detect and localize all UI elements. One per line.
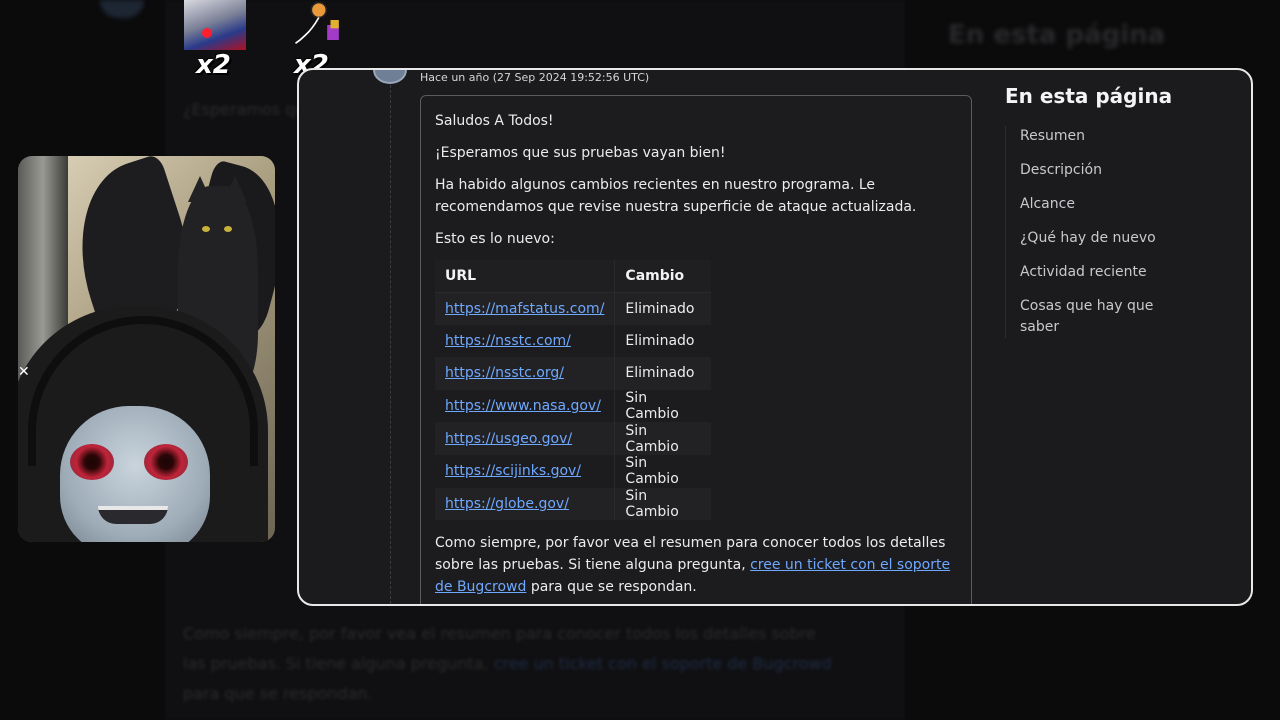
- emote-badge: x2: [184, 0, 246, 80]
- message-line: Ha habido algunos cambios recientes en n…: [435, 177, 917, 215]
- post-timestamp: Hace un año (27 Sep 2024 19:52:56 UTC): [420, 71, 650, 84]
- url-link[interactable]: https://usgeo.gov/: [445, 431, 572, 447]
- table-row: https://globe.gov/Sin Cambio: [435, 487, 711, 521]
- table-row: https://nsstc.com/Eliminado: [435, 324, 711, 358]
- avatar[interactable]: [373, 70, 407, 84]
- table-row: https://nsstc.org/Eliminado: [435, 357, 711, 390]
- message-greeting: Saludos A Todos!: [435, 113, 554, 129]
- url-link[interactable]: https://nsstc.com/: [445, 333, 571, 349]
- change-cell: Eliminado: [614, 357, 711, 390]
- url-cell: https://scijinks.gov/: [435, 454, 615, 488]
- change-cell: Sin Cambio: [614, 422, 711, 455]
- changes-table: URL Cambio https://mafstatus.com/Elimina…: [435, 260, 711, 521]
- background-line: Como siempre, por favor vea el resumen p…: [183, 624, 816, 643]
- message-line: ¡Esperamos que sus pruebas vayan bien!: [435, 145, 726, 161]
- close-icon: ✕: [18, 364, 30, 380]
- url-cell: https://nsstc.com/: [435, 324, 615, 358]
- table-row: https://scijinks.gov/Sin Cambio: [435, 454, 711, 488]
- column-header-url: URL: [435, 260, 615, 293]
- toc-item-que-hay-de-nuevo[interactable]: ¿Qué hay de nuevo: [1020, 228, 1165, 249]
- change-cell: Eliminado: [614, 292, 711, 325]
- post-card: Hace un año (27 Sep 2024 19:52:56 UTC) S…: [297, 68, 1253, 606]
- table-row: https://www.nasa.gov/Sin Cambio: [435, 389, 711, 423]
- url-link[interactable]: https://www.nasa.gov/: [445, 398, 601, 414]
- column-header-change: Cambio: [614, 260, 711, 293]
- message-line: Esto es lo nuevo:: [435, 231, 555, 247]
- balloon-icon: [295, 1, 339, 45]
- url-link[interactable]: https://nsstc.org/: [445, 365, 564, 381]
- toc-title: En esta página: [1005, 84, 1173, 108]
- background-toc-title: En esta página: [948, 20, 1166, 50]
- webcam-overlay: ✕: [18, 156, 275, 542]
- change-cell: Sin Cambio: [614, 389, 711, 423]
- toc-item-resumen[interactable]: Resumen: [1020, 126, 1165, 147]
- url-cell: https://nsstc.org/: [435, 357, 615, 390]
- thread-line: [390, 70, 391, 604]
- message-footer: Como siempre, por favor vea el resumen p…: [435, 535, 951, 596]
- change-cell: Sin Cambio: [614, 487, 711, 521]
- url-cell: https://globe.gov/: [435, 487, 615, 521]
- url-cell: https://www.nasa.gov/: [435, 389, 615, 423]
- url-link[interactable]: https://scijinks.gov/: [445, 463, 581, 479]
- table-row: https://mafstatus.com/Eliminado: [435, 292, 711, 325]
- message-box: Saludos A Todos! ¡Esperamos que sus prue…: [420, 95, 972, 604]
- url-link[interactable]: https://mafstatus.com/: [445, 301, 604, 317]
- toc-item-cosas-que-saber[interactable]: Cosas que hay que saber: [1020, 296, 1165, 338]
- background-line: para que se respondan.: [183, 684, 373, 703]
- change-cell: Sin Cambio: [614, 454, 711, 488]
- toc-item-descripcion[interactable]: Descripción: [1020, 160, 1165, 181]
- toc-item-actividad-reciente[interactable]: Actividad reciente: [1020, 262, 1165, 283]
- background-line: las pruebas. Si tiene alguna pregunta, c…: [183, 654, 832, 673]
- table-row: https://usgeo.gov/Sin Cambio: [435, 422, 711, 455]
- url-cell: https://usgeo.gov/: [435, 422, 615, 455]
- table-of-contents: En esta página Resumen Descripción Alcan…: [1005, 84, 1235, 351]
- emote-image: [184, 0, 246, 50]
- table-header-row: URL Cambio: [435, 260, 711, 293]
- background-avatar: [100, 0, 144, 18]
- url-link[interactable]: https://globe.gov/: [445, 496, 569, 512]
- url-cell: https://mafstatus.com/: [435, 292, 615, 325]
- change-cell: Eliminado: [614, 324, 711, 358]
- toc-item-alcance[interactable]: Alcance: [1020, 194, 1165, 215]
- emote-multiplier: x2: [196, 50, 231, 80]
